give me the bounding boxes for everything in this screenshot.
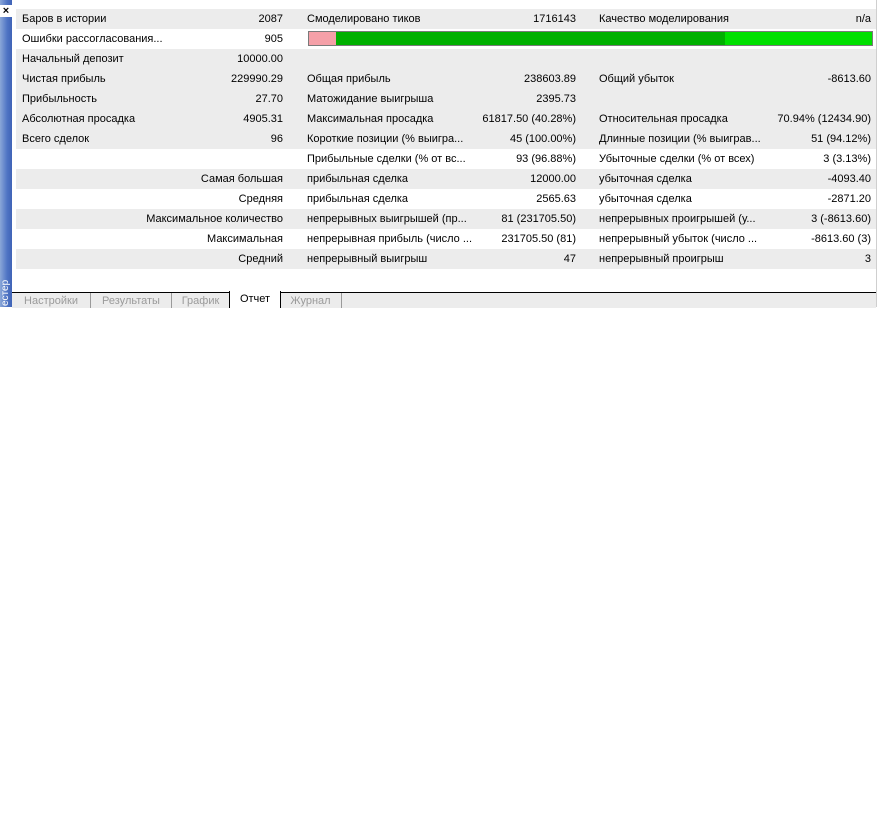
- row-label: непрерывных проигрышей (у...: [599, 213, 756, 225]
- row-label: убыточная сделка: [599, 173, 692, 185]
- row-value: 2565.63: [536, 193, 576, 205]
- row-label: Всего сделок: [22, 133, 90, 145]
- report-row: Прибыльность 27.70 Матожидание выигрыша …: [16, 89, 877, 110]
- row-value: 10000.00: [237, 53, 283, 65]
- row-value: 70.94% (12434.90): [777, 113, 871, 125]
- row-label: Общий убыток: [599, 73, 674, 85]
- report-row: Максимальное количество непрерывных выиг…: [16, 209, 877, 230]
- row-value: 12000.00: [530, 173, 576, 185]
- row-label: Матожидание выигрыша: [307, 93, 434, 105]
- report-row: Чистая прибыль 229990.29 Общая прибыль 2…: [16, 69, 877, 90]
- row-label: убыточная сделка: [599, 193, 692, 205]
- row-label: Убыточные сделки (% от всех): [599, 153, 755, 165]
- panel-right-border: [876, 0, 877, 307]
- row-value: -8613.60: [827, 73, 871, 85]
- tab-settings[interactable]: Настройки: [12, 293, 91, 308]
- tester-tab-bar: Настройки Результаты График Отчет Журнал: [12, 291, 876, 308]
- row-label: непрерывных выигрышей (пр...: [307, 213, 467, 225]
- row-label: Относительная просадка: [599, 113, 728, 125]
- row-group-label: Средняя: [238, 193, 283, 205]
- report-row: Начальный депозит 10000.00: [16, 49, 877, 70]
- row-value: 2087: [258, 13, 283, 25]
- row-label: Баров в истории: [22, 13, 107, 25]
- row-value: 229990.29: [231, 73, 283, 85]
- row-value: 93 (96.88%): [516, 153, 576, 165]
- report-row: Ошибки рассогласования... 905: [16, 29, 877, 50]
- row-value: 1716143: [533, 13, 576, 25]
- row-group-label: Максимальное количество: [146, 213, 283, 225]
- quality-bar-segment-pink: [309, 32, 336, 45]
- row-value: 81 (231705.50): [501, 213, 576, 225]
- row-label: непрерывный выигрыш: [307, 253, 428, 265]
- report-row: Самая большая прибыльная сделка 12000.00…: [16, 169, 877, 190]
- row-label: непрерывная прибыль (число ...: [307, 233, 473, 245]
- row-value: n/a: [855, 13, 871, 25]
- row-label: Длинные позиции (% выиграв...: [599, 133, 761, 145]
- row-value: 3: [864, 253, 871, 265]
- row-value: 27.70: [255, 93, 283, 105]
- row-value: 61817.50 (40.28%): [482, 113, 576, 125]
- row-value: 238603.89: [524, 73, 576, 85]
- report-row: Прибыльные сделки (% от вс... 93 (96.88%…: [16, 149, 877, 170]
- close-icon[interactable]: ×: [0, 5, 12, 17]
- quality-bar-segment-lime: [725, 32, 872, 45]
- row-label: Общая прибыль: [307, 73, 391, 85]
- row-value: -8613.60 (3): [811, 233, 871, 245]
- tester-panel: × естер Баров в истории 2087 Смоделирова…: [0, 0, 881, 308]
- row-label: непрерывный убыток (число ...: [599, 233, 758, 245]
- row-group-label: Самая большая: [200, 173, 283, 185]
- row-label: Прибыльные сделки (% от вс...: [307, 153, 466, 165]
- row-label: прибыльная сделка: [307, 173, 409, 185]
- tab-report[interactable]: Отчет: [229, 291, 281, 308]
- row-label: Качество моделирования: [599, 13, 729, 25]
- row-label: Прибыльность: [22, 93, 97, 105]
- row-value: 3 (3.13%): [823, 153, 871, 165]
- row-group-label: Максимальная: [207, 233, 283, 245]
- row-value: -4093.40: [827, 173, 871, 185]
- row-value: -2871.20: [827, 193, 871, 205]
- row-label: Ошибки рассогласования...: [22, 33, 163, 45]
- report-row: Средняя прибыльная сделка 2565.63 убыточ…: [16, 189, 877, 210]
- row-value: 905: [264, 33, 283, 45]
- row-label: Смоделировано тиков: [307, 13, 421, 25]
- row-value: 231705.50 (81): [501, 233, 576, 245]
- row-value: 96: [270, 133, 283, 145]
- row-value: 2395.73: [536, 93, 576, 105]
- row-label: Начальный депозит: [22, 53, 124, 65]
- row-value: 47: [563, 253, 576, 265]
- modeling-quality-bar: [308, 31, 873, 46]
- row-label: Короткие позиции (% выигра...: [307, 133, 464, 145]
- row-value: 4905.31: [243, 113, 283, 125]
- row-value: 51 (94.12%): [811, 133, 871, 145]
- report-row: Максимальная непрерывная прибыль (число …: [16, 229, 877, 250]
- row-label: Максимальная просадка: [307, 113, 434, 125]
- row-value: 3 (-8613.60): [811, 213, 871, 225]
- row-label: прибыльная сделка: [307, 193, 409, 205]
- report-row: Всего сделок 96 Короткие позиции (% выиг…: [16, 129, 877, 150]
- tester-side-strip: × естер: [0, 0, 12, 307]
- report-row: Баров в истории 2087 Смоделировано тиков…: [16, 9, 877, 30]
- report-row: Абсолютная просадка 4905.31 Максимальная…: [16, 109, 877, 130]
- quality-bar-segment-green: [336, 32, 725, 45]
- report-row: Средний непрерывный выигрыш 47 непрерывн…: [16, 249, 877, 270]
- row-label: Чистая прибыль: [22, 73, 106, 85]
- tab-graph[interactable]: График: [172, 293, 230, 308]
- row-value: 45 (100.00%): [509, 133, 576, 145]
- row-label: Абсолютная просадка: [22, 113, 136, 125]
- tester-side-label: естер: [0, 279, 11, 306]
- row-label: непрерывный проигрыш: [599, 253, 724, 265]
- tab-results[interactable]: Результаты: [91, 293, 172, 308]
- row-group-label: Средний: [238, 253, 283, 265]
- tab-journal[interactable]: Журнал: [280, 293, 342, 308]
